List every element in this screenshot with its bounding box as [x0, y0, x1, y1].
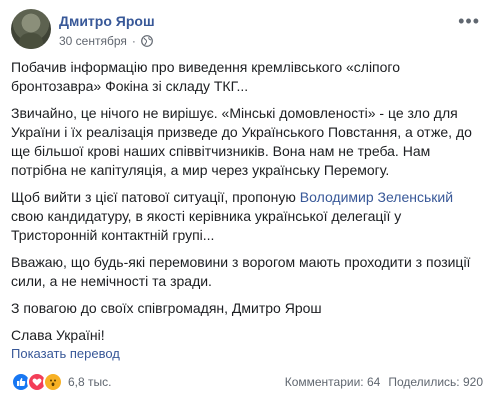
- shares-count[interactable]: Поделились: 920: [388, 375, 483, 389]
- meta-separator: ·: [131, 34, 136, 48]
- comments-count[interactable]: Комментарии: 64: [285, 375, 381, 389]
- show-translation-link[interactable]: Показать перевод: [11, 346, 120, 361]
- reaction-count[interactable]: 6,8 тыс.: [68, 375, 111, 389]
- post-date[interactable]: 30 сентября: [59, 34, 127, 48]
- post-paragraph-3: Щоб вийти з цієї патової ситуації, пропо…: [11, 188, 481, 245]
- reactions-summary[interactable]: 6,8 тыс.: [11, 372, 111, 392]
- engagement-counts: Комментарии: 64 Поделились: 920: [285, 375, 483, 389]
- post-body: Побачив інформацію про виведення кремлів…: [11, 58, 481, 353]
- post-paragraph-4: Вважаю, що будь-які перемовини з ворогом…: [11, 254, 471, 289]
- more-options-icon[interactable]: •••: [458, 12, 480, 30]
- avatar[interactable]: [11, 9, 51, 49]
- paragraph-3-text-before: Щоб вийти з цієї патової ситуації, пропо…: [11, 189, 300, 205]
- post-paragraph-2: Звичайно, це нічого не вирішує. «Мінські…: [11, 105, 472, 178]
- post-paragraph-6: Слава Україні!: [11, 327, 105, 343]
- paragraph-3-text-after: свою кандидатуру, в якості керівника укр…: [11, 208, 402, 243]
- post-meta: 30 сентября ·: [59, 34, 153, 48]
- mention-link[interactable]: Володимир Зеленський: [300, 189, 453, 205]
- globe-icon[interactable]: [140, 35, 153, 47]
- post-paragraph-5: З повагою до своїх співгромадян, Дмитро …: [11, 300, 322, 316]
- facebook-post: Дмитро Ярош 30 сентября · ••• Побачив ін…: [0, 0, 494, 401]
- post-paragraph-1: Побачив інформацію про виведення кремлів…: [11, 59, 401, 94]
- wow-icon: [43, 372, 63, 392]
- post-footer: 6,8 тыс. Комментарии: 64 Поделились: 920: [11, 372, 483, 392]
- post-author[interactable]: Дмитро Ярош: [59, 13, 155, 29]
